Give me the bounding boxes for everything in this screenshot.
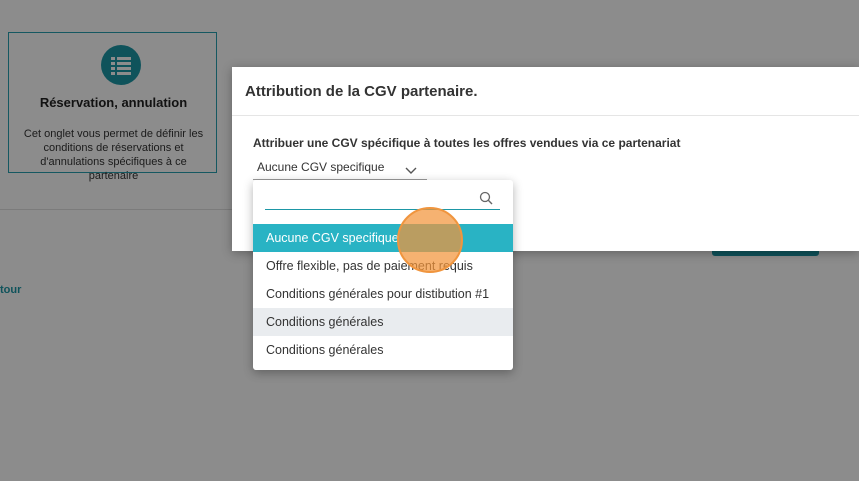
- dropdown-search-input[interactable]: [265, 188, 477, 209]
- dropdown-option[interactable]: Aucune CGV specifique: [253, 224, 513, 252]
- search-icon: [479, 191, 493, 210]
- cgv-select[interactable]: Aucune CGV specifique: [253, 157, 427, 180]
- dropdown-option[interactable]: Offre flexible, pas de paiement requis: [253, 252, 513, 280]
- dropdown-option[interactable]: Conditions générales pour distibution #1: [253, 280, 513, 308]
- modal-divider: [232, 115, 859, 116]
- chevron-down-icon: [405, 162, 417, 180]
- cgv-field-label: Attribuer une CGV spécifique à toutes le…: [253, 136, 681, 150]
- cgv-select-value: Aucune CGV specifique: [257, 160, 385, 174]
- click-indicator: [397, 207, 463, 273]
- dropdown-option[interactable]: Conditions générales: [253, 308, 513, 336]
- modal-title: Attribution de la CGV partenaire.: [245, 83, 478, 100]
- cgv-dropdown: Aucune CGV specifique Offre flexible, pa…: [253, 180, 513, 370]
- dropdown-options: Aucune CGV specifique Offre flexible, pa…: [253, 224, 513, 364]
- dropdown-search: [265, 188, 500, 210]
- dropdown-option[interactable]: Conditions générales: [253, 336, 513, 364]
